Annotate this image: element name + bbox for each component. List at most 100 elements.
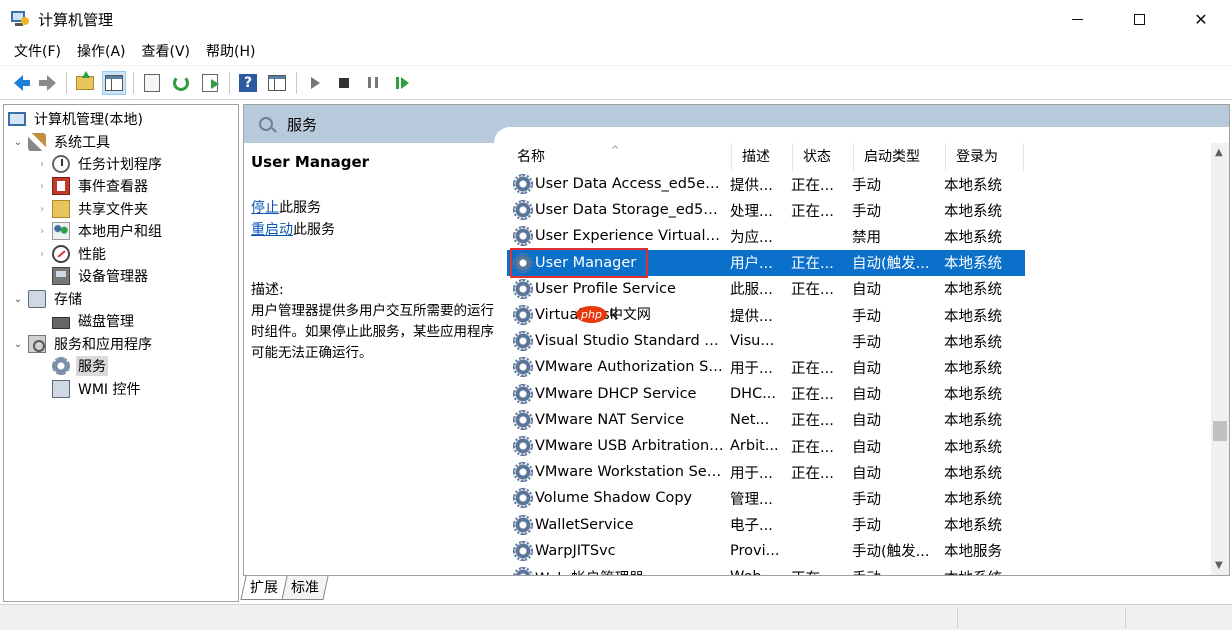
chevron-down-icon[interactable]: ⌄ [12, 338, 24, 350]
table-row[interactable]: VMware Workstation Server 用于... 正在... 自动 本地系… [507, 459, 1212, 485]
tree-item-task-scheduler[interactable]: › 任务计划程序 [36, 153, 164, 175]
tree-item-event-viewer[interactable]: › 事件查看器 [36, 175, 150, 197]
column-header-name[interactable]: ^ 名称 [507, 143, 732, 171]
column-header-status[interactable]: 状态 [793, 143, 854, 171]
service-gear-icon [513, 278, 533, 299]
chevron-right-icon[interactable]: › [36, 203, 48, 215]
cell-logon: 本地系统 [944, 465, 1002, 482]
service-gear-icon [513, 436, 533, 456]
cell-startup: 手动 [852, 491, 881, 508]
table-row[interactable]: User Experience Virtualizat... 为应... 禁用 本地系… [507, 223, 1212, 249]
tree-item-wmi-control[interactable]: WMI 控件 [52, 378, 143, 400]
pause-service-button[interactable] [361, 71, 385, 95]
cell-status: 正在... [785, 567, 846, 576]
menu-help[interactable]: 帮助(H) [198, 38, 263, 66]
cell-desc: 用户... [730, 256, 773, 273]
tab-label: 扩展 [250, 580, 278, 596]
restart-service-link[interactable]: 重启动 [251, 222, 293, 238]
properties-button[interactable] [140, 71, 164, 95]
table-row[interactable]: VMware Authorization Ser... 用于... 正在... 自动 本… [507, 354, 1212, 380]
show-hide-tree-button[interactable] [102, 70, 126, 95]
tree-item-performance[interactable]: › 性能 [36, 243, 108, 265]
column-header-description[interactable]: 描述 [732, 143, 793, 171]
table-row[interactable]: Web 帐户管理器Web...正在...手动本地系统 [507, 564, 1212, 575]
tree-item-shared-folders[interactable]: › 共享文件夹 [36, 198, 150, 220]
table-row[interactable]: WalletService 电子... 手动 本地系统 [507, 512, 1212, 538]
column-header-logon-as[interactable]: 登录为 [946, 143, 1024, 171]
chevron-right-icon[interactable]: › [36, 158, 48, 170]
tab-extended[interactable]: 扩展 [240, 576, 288, 600]
cell-status: 正在... [791, 360, 834, 377]
restart-link-suffix: 此服务 [293, 222, 335, 238]
table-row[interactable]: User Profile Service 此服... 正在... 自动 本地系统 [507, 276, 1212, 302]
services-title: 服务 [287, 115, 318, 134]
service-gear-icon [513, 357, 533, 378]
cell-logon: 本地系统 [944, 308, 1002, 325]
table-row[interactable]: User Data Storage_ed5e9ac 处理... 正在... 手动 本地系… [507, 197, 1212, 223]
event-viewer-icon [52, 177, 70, 195]
service-description: 用户管理器提供多用户交互所需要的运行时组件。如果停止此服务，某些应用程序可能无法… [251, 303, 494, 361]
services-icon [52, 357, 70, 375]
tree-item-label: 系统工具 [54, 135, 110, 151]
tree-item-label: 事件查看器 [78, 179, 148, 195]
restart-service-button[interactable] [390, 71, 414, 95]
table-row[interactable]: VMware NAT Service Net... 正在... 自动 本地系统 [507, 407, 1212, 433]
column-header-startup-type[interactable]: 启动类型 [854, 143, 946, 171]
stop-service-button[interactable] [332, 71, 356, 95]
close-button[interactable]: ✕ [1170, 0, 1232, 38]
scroll-up-icon[interactable]: ▲ [1215, 147, 1223, 158]
cell-name: WalletService [535, 516, 634, 533]
tree-item-system-tools[interactable]: ⌄ 系统工具 [12, 131, 112, 153]
scroll-down-icon[interactable]: ▼ [1215, 560, 1223, 571]
table-row[interactable]: WarpJITSvc Provi... 手动(触发... 本地服务 [507, 538, 1212, 564]
tree-item-storage[interactable]: ⌄ 存储 [12, 288, 84, 310]
cell-name: VMware NAT Service [535, 411, 685, 428]
minimize-button[interactable] [1046, 0, 1108, 38]
chevron-right-icon[interactable]: › [36, 225, 48, 237]
help-button[interactable]: ? [236, 71, 260, 95]
stop-service-link[interactable]: 停止 [251, 200, 279, 216]
tree-item-disk-management[interactable]: 磁盘管理 [52, 310, 136, 332]
tree-item-label: 任务计划程序 [78, 157, 162, 173]
refresh-button[interactable] [169, 71, 193, 95]
menu-view[interactable]: 查看(V) [134, 38, 199, 66]
cell-name: Web 帐户管理器 [533, 567, 724, 576]
chevron-down-icon[interactable]: ⌄ [12, 293, 24, 305]
tree-item-local-users[interactable]: › 本地用户和组 [36, 220, 164, 242]
chevron-right-icon[interactable]: › [36, 248, 48, 260]
tree-item-computer-management[interactable]: 计算机管理(本地) [8, 108, 145, 130]
tab-standard[interactable]: 标准 [281, 576, 329, 600]
action-pane-button[interactable] [265, 71, 289, 95]
header-decoration [494, 127, 1229, 143]
service-gear-icon [513, 540, 533, 561]
chevron-right-icon[interactable]: › [36, 180, 48, 192]
table-row[interactable]: User Data Access_ed5e9ac 提供... 正在... 手动 本地系统 [507, 171, 1212, 197]
cell-name: User Experience Virtualizat... [535, 228, 724, 245]
maximize-button[interactable] [1108, 0, 1170, 38]
export-list-button[interactable] [198, 71, 222, 95]
menu-file[interactable]: 文件(F) [6, 38, 69, 66]
action-pane-icon [268, 74, 286, 91]
tree-item-device-manager[interactable]: 设备管理器 [52, 265, 150, 287]
sort-ascending-icon: ^ [611, 145, 620, 156]
cell-logon: 本地系统 [938, 567, 1016, 576]
toolbar: ? [0, 66, 1232, 100]
up-level-button[interactable] [73, 70, 97, 95]
tree-item-services[interactable]: 服务 [52, 355, 108, 377]
tree-item-services-and-apps[interactable]: ⌄ 服务和应用程序 [12, 333, 154, 355]
scrollbar-thumb[interactable] [1213, 421, 1227, 441]
table-row[interactable]: User Manager 用户... 正在... 自动(触发... 本地系统 [507, 250, 1212, 276]
menu-action[interactable]: 操作(A) [69, 38, 134, 66]
table-row[interactable]: VMware DHCP Service DHC... 正在... 自动 本地系统 [507, 381, 1212, 407]
cell-desc: 用于... [730, 465, 773, 482]
cell-name: User Data Storage_ed5e9ac [535, 202, 724, 219]
start-service-button[interactable] [303, 71, 327, 95]
table-row[interactable]: Volume Shadow Copy 管理... 手动 本地系统 [507, 485, 1212, 511]
vertical-scrollbar[interactable]: ▲ ▼ [1211, 143, 1229, 575]
chevron-down-icon[interactable]: ⌄ [12, 136, 24, 148]
back-button[interactable] [6, 71, 30, 95]
table-row[interactable]: VMware USB Arbitration S... Arbit... 正在...… [507, 433, 1212, 459]
table-row[interactable]: Visual Studio Standard Coll... Visu... 手动 本… [507, 328, 1212, 354]
forward-button[interactable] [35, 71, 59, 95]
service-gear-icon [513, 174, 533, 194]
